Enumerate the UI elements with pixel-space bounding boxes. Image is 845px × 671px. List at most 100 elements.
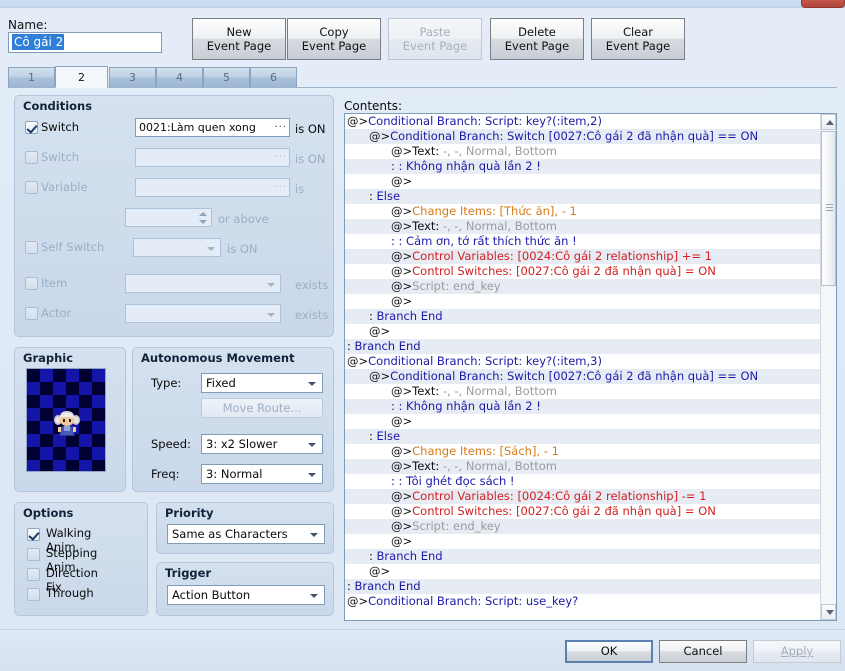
- move-type-select[interactable]: Fixed: [201, 373, 323, 393]
- contents-row[interactable]: @>Change Items: [Sách], - 1: [345, 444, 821, 459]
- contents-token: Branch End: [354, 579, 421, 593]
- paste-event-page-button: Paste Event Page: [388, 18, 482, 60]
- contents-list-box[interactable]: @> Conditional Branch: Script: key?(:item…: [344, 113, 837, 621]
- contents-token: Text:: [412, 384, 443, 398]
- contents-row[interactable]: : : Không nhận quà lần 2 !: [345, 159, 821, 174]
- contents-token: Conditional Branch: Script: use_key?: [368, 594, 579, 608]
- contents-row[interactable]: @>: [345, 324, 821, 339]
- contents-scrollbar[interactable]: [820, 114, 836, 620]
- tab-page-2[interactable]: 2: [55, 66, 108, 88]
- autonomous-movement-group: Autonomous Movement Type: Fixed Move Rou…: [132, 347, 334, 492]
- checkbox-stepping-anim-[interactable]: [27, 548, 40, 561]
- contents-row[interactable]: @>Text: -, -, Normal, Bottom: [345, 219, 821, 234]
- button-line-1: Delete: [518, 25, 556, 39]
- tab-page-6[interactable]: 6: [250, 67, 297, 88]
- contents-row[interactable]: @>Text: -, -, Normal, Bottom: [345, 459, 821, 474]
- copy-event-page-button[interactable]: Copy Event Page: [287, 18, 381, 60]
- condition-value-switch[interactable]: ···: [135, 148, 290, 167]
- conditions-title: Conditions: [23, 99, 93, 113]
- tab-page-1[interactable]: 1: [8, 67, 55, 88]
- ok-button[interactable]: OK: [565, 640, 653, 663]
- contents-row[interactable]: : Else: [345, 429, 821, 444]
- contents-row[interactable]: @>Control Variables: [0024:Cô gái 2 rela…: [345, 489, 821, 504]
- checkbox-through[interactable]: [27, 588, 40, 601]
- contents-row[interactable]: @>Conditional Branch: Script: use_key?: [345, 594, 821, 609]
- contents-row[interactable]: : : Tôi ghét đọc sách !: [345, 474, 821, 489]
- scrollbar-thumb[interactable]: [821, 131, 836, 286]
- contents-token: -, -, Normal, Bottom: [442, 144, 557, 158]
- apply-button[interactable]: Apply: [753, 640, 841, 663]
- trigger-select[interactable]: Action Button: [167, 585, 325, 605]
- contents-row[interactable]: @>Control Switches: [0027:Cô gái 2 đã nh…: [345, 504, 821, 519]
- contents-row[interactable]: @>Text: -, -, Normal, Bottom: [345, 384, 821, 399]
- contents-row[interactable]: @>Conditional Branch: Switch [0027:Cô gá…: [345, 369, 821, 384]
- contents-row[interactable]: @>Conditional Branch: Script: key?(:item…: [345, 354, 821, 369]
- contents-list[interactable]: @> Conditional Branch: Script: key?(:item…: [345, 114, 821, 609]
- contents-row[interactable]: @>Control Variables: [0024:Cô gái 2 rela…: [345, 249, 821, 264]
- move-freq-select[interactable]: 3: Normal: [201, 464, 323, 484]
- checkbox-item[interactable]: [25, 277, 38, 290]
- move-route-button[interactable]: Move Route...: [201, 398, 323, 418]
- checkbox-walking-anim-[interactable]: [27, 528, 40, 541]
- contents-row[interactable]: @>Script: end_key: [345, 519, 821, 534]
- contents-row[interactable]: @>: [345, 174, 821, 189]
- checkbox-variable[interactable]: [25, 181, 38, 194]
- checkbox-actor[interactable]: [25, 307, 38, 320]
- scroll-up-button[interactable]: [821, 114, 836, 130]
- tab-page-3[interactable]: 3: [109, 67, 156, 88]
- contents-token: Conditional Branch: Script: key?(:item,2…: [368, 114, 602, 128]
- contents-row[interactable]: : : Cảm ơn, tớ rất thích thức ăn !: [345, 234, 821, 249]
- condition-value-item[interactable]: [125, 274, 281, 293]
- event-name-input[interactable]: Cô gái 2: [8, 32, 162, 53]
- graphic-preview[interactable]: [26, 368, 106, 472]
- contents-row[interactable]: @>Text: -, -, Normal, Bottom: [345, 144, 821, 159]
- scroll-down-button[interactable]: [821, 604, 836, 620]
- checkbox-self-switch[interactable]: [25, 241, 38, 254]
- stepper-up-icon[interactable]: [199, 212, 207, 216]
- contents-row[interactable]: @>: [345, 564, 821, 579]
- contents-row[interactable]: @>Script: end_key: [345, 279, 821, 294]
- priority-group: Priority Same as Characters: [156, 502, 334, 554]
- condition-value-variable[interactable]: ···: [135, 178, 290, 197]
- contents-row[interactable]: : Branch End: [345, 549, 821, 564]
- contents-token: @>: [391, 174, 413, 188]
- stepper-down-icon[interactable]: [199, 220, 207, 224]
- contents-token: @>: [347, 354, 369, 368]
- priority-select[interactable]: Same as Characters: [167, 524, 325, 544]
- ellipsis-icon[interactable]: ···: [274, 183, 287, 193]
- contents-row[interactable]: @>Control Switches: [0027:Cô gái 2 đã nh…: [345, 264, 821, 279]
- tab-page-5[interactable]: 5: [203, 67, 250, 88]
- cancel-button[interactable]: Cancel: [659, 640, 747, 663]
- contents-row[interactable]: : Branch End: [345, 309, 821, 324]
- delete-event-page-button[interactable]: Delete Event Page: [490, 18, 584, 60]
- new-event-page-button[interactable]: New Event Page: [192, 18, 286, 60]
- condition-value-switch[interactable]: 0021:Làm quen xong ···: [135, 118, 290, 137]
- contents-token: Conditional Branch: Switch [0027:Cô gái …: [390, 369, 759, 383]
- ellipsis-icon[interactable]: ···: [274, 123, 287, 133]
- contents-row[interactable]: @>: [345, 294, 821, 309]
- clear-event-page-button[interactable]: Clear Event Page: [591, 18, 685, 60]
- contents-token: @>: [391, 144, 413, 158]
- contents-row[interactable]: : Else: [345, 189, 821, 204]
- checkbox-switch[interactable]: [25, 121, 38, 134]
- contents-token: @>: [369, 324, 391, 338]
- contents-row[interactable]: @>: [345, 414, 821, 429]
- move-speed-select[interactable]: 3: x2 Slower: [201, 434, 323, 454]
- contents-row[interactable]: : : Không nhận quà lần 2 !: [345, 399, 821, 414]
- contents-row[interactable]: @>: [345, 534, 821, 549]
- checkbox-direction-fix[interactable]: [27, 568, 40, 581]
- condition-row-self-switch: Self Switch is ON: [15, 238, 333, 262]
- contents-row[interactable]: @>Conditional Branch: Script: key?(:item…: [345, 114, 821, 129]
- contents-row[interactable]: : Branch End: [345, 339, 821, 354]
- contents-row[interactable]: @>Conditional Branch: Switch [0027:Cô gá…: [345, 129, 821, 144]
- tab-page-4[interactable]: 4: [156, 67, 203, 88]
- contents-token: @>: [369, 369, 391, 383]
- condition-value-self-switch[interactable]: [133, 238, 221, 257]
- ellipsis-icon[interactable]: ···: [274, 153, 287, 163]
- close-window-button[interactable]: ✕: [801, 0, 845, 8]
- variable-value-stepper[interactable]: [125, 208, 212, 227]
- contents-row[interactable]: : Branch End: [345, 579, 821, 594]
- contents-row[interactable]: @>Change Items: [Thức ăn], - 1: [345, 204, 821, 219]
- checkbox-switch[interactable]: [25, 151, 38, 164]
- condition-value-actor[interactable]: [125, 304, 281, 323]
